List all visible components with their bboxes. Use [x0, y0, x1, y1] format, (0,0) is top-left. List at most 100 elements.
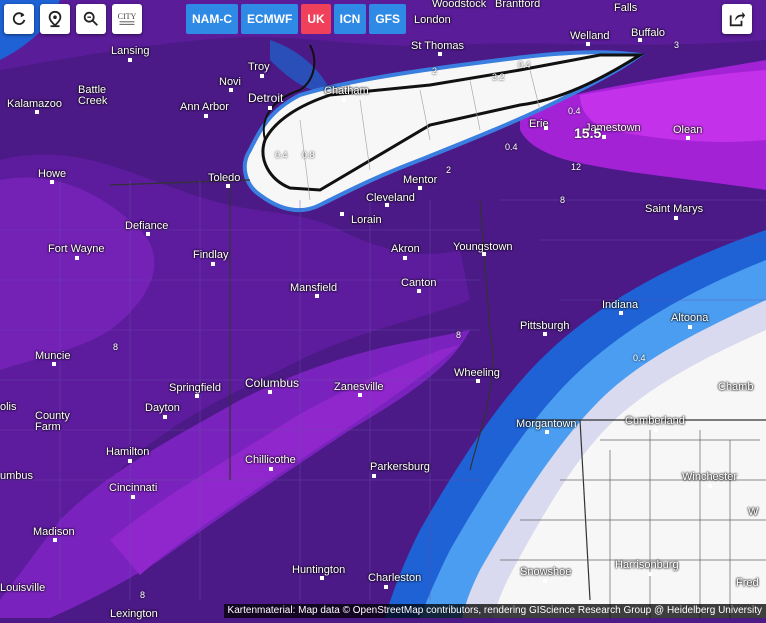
- city-charleston: Charleston: [368, 572, 422, 584]
- model-button-gfs[interactable]: GFS: [369, 4, 407, 34]
- city-marker: [545, 430, 549, 434]
- city-buffalo: Buffalo: [631, 27, 666, 39]
- city-marker: [403, 256, 407, 260]
- contour-label: 3.2: [492, 72, 505, 82]
- city-marker: [340, 212, 344, 216]
- city-mentor: Mentor: [403, 174, 438, 186]
- location-button[interactable]: [40, 4, 70, 34]
- contour-label: 8: [113, 342, 119, 352]
- city-defiance: Defiance: [125, 220, 169, 232]
- city-indianapolis: olis: [0, 401, 17, 413]
- contour-label: 2: [432, 66, 438, 76]
- city-marker: [53, 538, 57, 542]
- city-marker: [75, 256, 79, 260]
- city-lorain: Lorain: [351, 214, 382, 226]
- contour-label: 8: [140, 590, 146, 600]
- city-cincinnati: Cincinnati: [109, 482, 158, 494]
- city-county-farm: County Farm: [35, 410, 70, 433]
- city-marker: [131, 495, 135, 499]
- city-marker: [342, 98, 346, 102]
- city-brantford: Brantford: [495, 0, 541, 10]
- contour-label: 8: [456, 330, 462, 340]
- city-toggle-label: CITY: [117, 12, 137, 21]
- max-value-label: 15.5: [574, 125, 602, 141]
- city-toggle-button[interactable]: CITY: [112, 4, 142, 34]
- city-marker: [315, 294, 319, 298]
- city-marker: [385, 203, 389, 207]
- city-lines-icon: [119, 21, 135, 25]
- city-marker: [688, 325, 692, 329]
- city-mansfield: Mansfield: [290, 282, 338, 294]
- city-indiana: Indiana: [602, 299, 639, 311]
- city-marker: [708, 484, 712, 488]
- city-marker: [52, 362, 56, 366]
- model-button-nam-c[interactable]: NAM-C: [186, 4, 238, 34]
- city-akron: Akron: [391, 243, 420, 255]
- model-button-icn[interactable]: ICN: [333, 4, 367, 34]
- city-howe: Howe: [38, 168, 67, 180]
- city-chillicothe: Chillicothe: [245, 454, 296, 466]
- city-marker: [358, 393, 362, 397]
- city-saint-marys: Saint Marys: [645, 203, 704, 215]
- city-kalamazoo: Kalamazoo: [7, 98, 63, 110]
- city-marker: [418, 186, 422, 190]
- city-marker: [638, 38, 642, 42]
- city-cleveland: Cleveland: [366, 192, 415, 204]
- model-selector: NAM-C ECMWF UK ICN GFS: [186, 4, 407, 34]
- contour-label: 0.8: [302, 150, 315, 160]
- city-chambersburg: Chamb: [718, 381, 754, 393]
- city-st-thomas: St Thomas: [411, 40, 464, 52]
- share-button[interactable]: [722, 4, 752, 34]
- city-marker: [544, 126, 548, 130]
- city-winchester: Winchester: [682, 471, 738, 483]
- city-marker: [163, 415, 167, 419]
- city-london: London: [414, 14, 451, 26]
- city-marker: [543, 332, 547, 336]
- contour-label: 0.4: [518, 60, 531, 70]
- city-marker: [543, 579, 547, 583]
- city-cumberland: Cumberland: [625, 415, 685, 427]
- city-marker: [320, 576, 324, 580]
- city-detroit: Detroit: [248, 91, 284, 105]
- city-huntington: Huntington: [292, 564, 346, 576]
- city-columbus-in: umbus: [0, 470, 34, 482]
- contour-label: 0.4: [275, 150, 288, 160]
- city-findlay: Findlay: [193, 249, 229, 261]
- city-marker: [128, 58, 132, 62]
- city-marker: [648, 572, 652, 576]
- city-ann-arbor: Ann Arbor: [180, 101, 229, 113]
- refresh-icon: [12, 12, 26, 25]
- city-lexington: Lexington: [110, 608, 158, 620]
- city-marker: [586, 42, 590, 46]
- city-marker: [438, 52, 442, 56]
- zoom-out-button[interactable]: [76, 4, 106, 34]
- contour-label: 0.4: [568, 106, 581, 116]
- city-zanesville: Zanesville: [334, 381, 384, 393]
- city-marker: [417, 289, 421, 293]
- contour-label: 0.4: [505, 142, 518, 152]
- contour-label: 12: [571, 162, 582, 172]
- location-pin-icon: [48, 10, 62, 28]
- city-muncie: Muncie: [35, 350, 71, 362]
- model-button-uk[interactable]: UK: [301, 4, 331, 34]
- city-welland: Welland: [570, 30, 610, 42]
- city-harrisonburg: Harrisonburg: [615, 559, 679, 571]
- contour-label: 2: [446, 165, 452, 175]
- city-pittsburgh: Pittsburgh: [520, 320, 570, 332]
- refresh-button[interactable]: [4, 4, 34, 34]
- city-hamilton: Hamilton: [106, 446, 150, 458]
- city-west-edge: W: [748, 506, 759, 518]
- city-marker: [229, 88, 233, 92]
- city-parkersburg: Parkersburg: [370, 461, 430, 473]
- city-marker: [146, 232, 150, 236]
- city-marker: [674, 216, 678, 220]
- city-altoona: Altoona: [671, 312, 709, 324]
- city-troy: Troy: [248, 61, 270, 73]
- city-columbus: Columbus: [245, 376, 300, 390]
- city-lansing: Lansing: [111, 45, 150, 57]
- zoom-out-icon: [83, 11, 98, 26]
- city-marker: [384, 585, 388, 589]
- model-button-ecmwf[interactable]: ECMWF: [241, 4, 299, 34]
- city-canton: Canton: [401, 277, 437, 289]
- city-marker: [268, 106, 272, 110]
